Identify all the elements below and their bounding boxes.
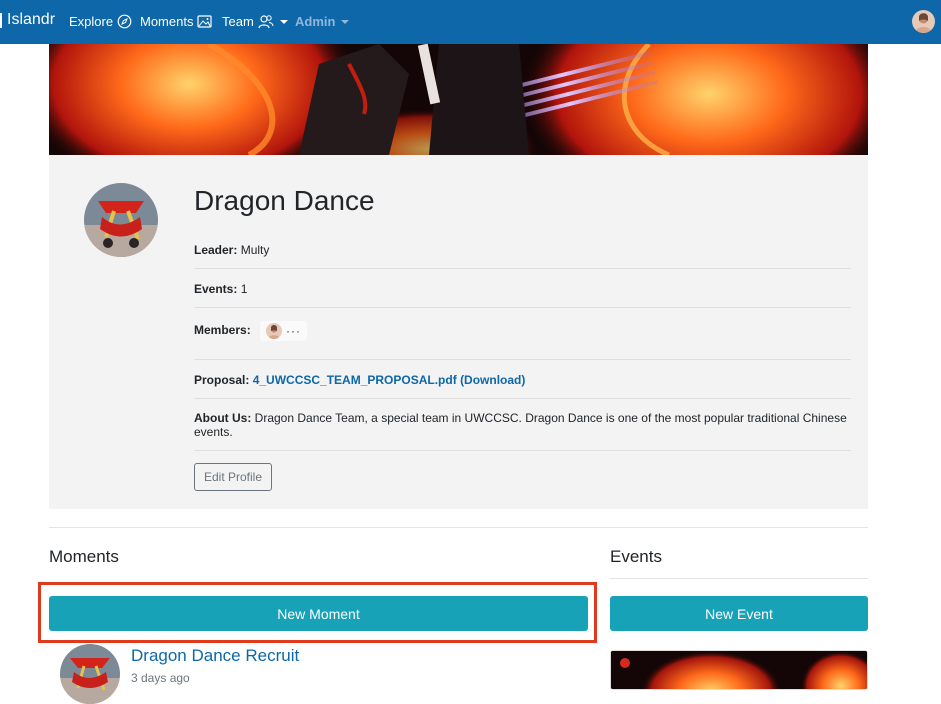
leader-value: Multy xyxy=(240,243,270,257)
divider xyxy=(194,268,851,269)
caret-down-icon xyxy=(341,19,350,24)
moment-timestamp: 3 days ago xyxy=(131,671,190,685)
moment-title-link[interactable]: Dragon Dance Recruit xyxy=(131,646,299,666)
edit-profile-button[interactable]: Edit Profile xyxy=(194,463,272,491)
nav-team[interactable]: Team xyxy=(222,14,288,29)
compass-icon xyxy=(117,14,132,29)
team-banner-image xyxy=(49,44,868,155)
events-heading: Events xyxy=(610,547,662,566)
team-avatar xyxy=(84,183,158,257)
team-icon xyxy=(258,14,274,29)
events-row: Events: 1 xyxy=(194,282,851,296)
team-name-heading: Dragon Dance xyxy=(194,185,375,216)
member-avatar[interactable] xyxy=(266,323,283,339)
about-text: Dragon Dance Team, a special team in UWC… xyxy=(194,411,847,439)
brand-logo[interactable]: Islandr xyxy=(0,11,55,29)
members-list[interactable]: ··· xyxy=(260,321,308,341)
moment-thumbnail[interactable] xyxy=(60,644,120,704)
nav-admin-label: Admin xyxy=(295,14,336,29)
nav-admin[interactable]: Admin xyxy=(295,14,350,29)
divider xyxy=(194,359,851,360)
team-profile-card: Dragon Dance Leader: Multy Events: 1 Mem… xyxy=(49,155,868,509)
divider xyxy=(194,307,851,308)
proposal-download-link[interactable]: (Download) xyxy=(460,373,525,387)
nav-team-label: Team xyxy=(222,14,254,29)
about-label: About Us: xyxy=(194,411,252,425)
user-avatar[interactable] xyxy=(912,10,935,33)
leader-label: Leader: xyxy=(194,243,238,257)
new-event-button[interactable]: New Event xyxy=(610,596,868,631)
moments-heading: Moments xyxy=(49,547,119,566)
top-navbar: Islandr Explore Moments Team Admin xyxy=(0,0,941,44)
about-row: About Us: Dragon Dance Team, a special t… xyxy=(194,411,851,439)
proposal-file-link[interactable]: 4_UWCCSC_TEAM_PROPOSAL.pdf xyxy=(253,373,457,387)
divider xyxy=(610,578,868,579)
divider xyxy=(194,450,851,451)
divider xyxy=(194,398,851,399)
new-moment-button[interactable]: New Moment xyxy=(49,596,588,631)
brand-name: Islandr xyxy=(7,11,56,28)
events-count: 1 xyxy=(240,282,248,296)
events-label: Events: xyxy=(194,282,238,296)
event-card-image[interactable] xyxy=(610,650,868,690)
members-row: Members: ··· xyxy=(194,321,851,341)
nav-moments[interactable]: Moments xyxy=(140,14,213,29)
leader-row: Leader: Multy xyxy=(194,243,851,257)
chevron-down-icon xyxy=(279,19,288,24)
proposal-row: Proposal: 4_UWCCSC_TEAM_PROPOSAL.pdf (Do… xyxy=(194,373,851,387)
nav-explore-label: Explore xyxy=(69,14,114,29)
image-icon xyxy=(197,15,213,28)
nav-explore[interactable]: Explore xyxy=(69,14,132,29)
proposal-label: Proposal: xyxy=(194,373,250,387)
brand-mark xyxy=(0,12,2,28)
nav-moments-label: Moments xyxy=(140,14,194,29)
section-divider xyxy=(49,527,868,528)
members-label: Members: xyxy=(194,323,251,338)
more-members-icon[interactable]: ··· xyxy=(286,324,301,338)
